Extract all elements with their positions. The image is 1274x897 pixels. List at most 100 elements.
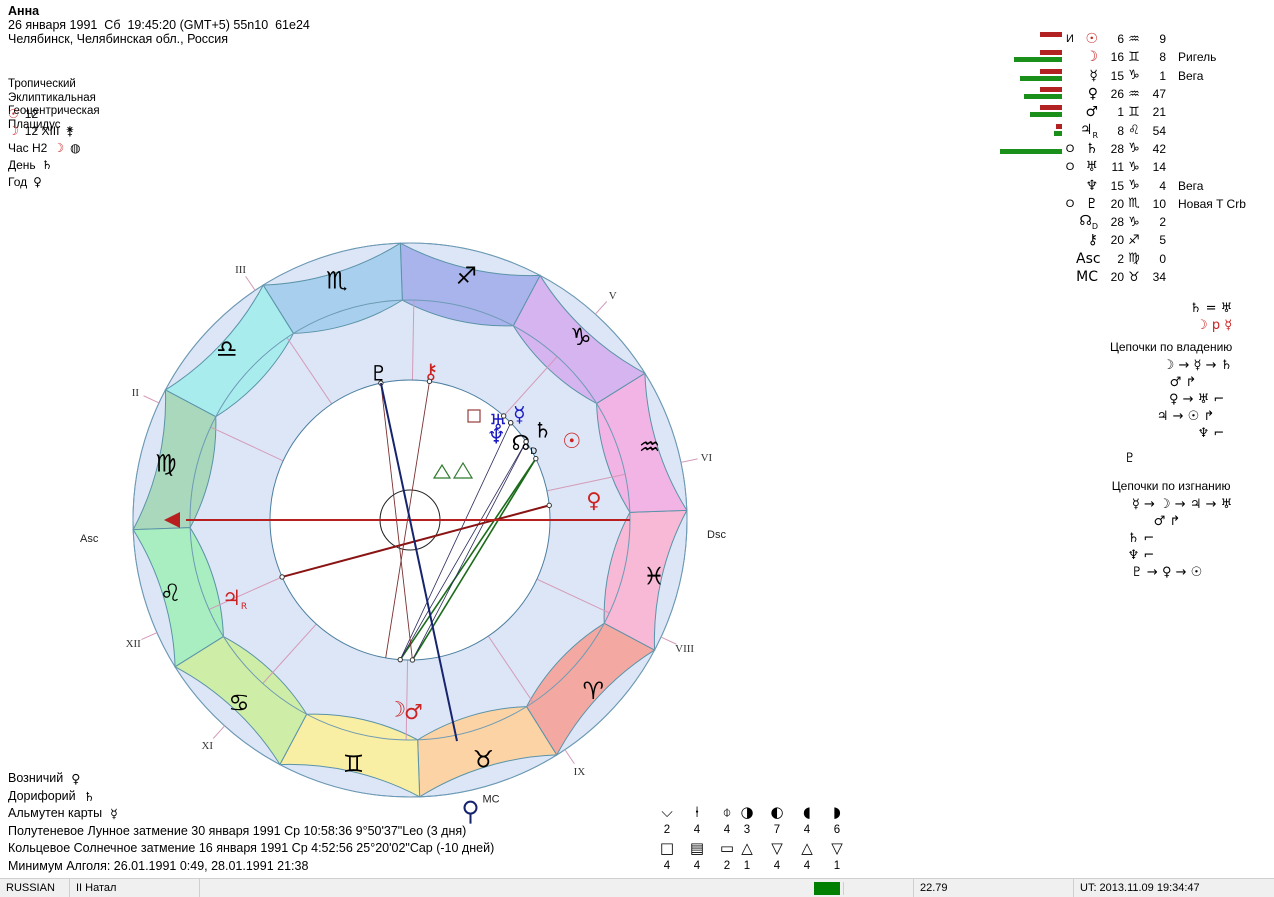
position-minute: 9 bbox=[1159, 32, 1166, 47]
planet-marker-dot bbox=[426, 378, 433, 385]
planet-marker-dot bbox=[409, 657, 416, 663]
position-minute: 21 bbox=[1152, 105, 1166, 120]
setting-coords: Эклиптикальная bbox=[8, 91, 96, 104]
strength-bars-mc bbox=[1000, 269, 1062, 285]
neptune-icon[interactable]: ♆ bbox=[487, 425, 506, 449]
position-degree: 28 bbox=[1110, 141, 1124, 156]
planet-row-moon[interactable]: ☽ 16 ♊ 8 Ригель bbox=[1000, 48, 1246, 66]
position-sign-icon: ♑ bbox=[1128, 68, 1140, 84]
venus-icon[interactable]: ♀ bbox=[586, 489, 601, 513]
status-spacer-2 bbox=[844, 878, 914, 897]
position-degree: 28 bbox=[1110, 215, 1124, 230]
planet-row-mars[interactable]: ♂ 1 ♊ 21 bbox=[1000, 103, 1246, 121]
planet-row-chiron[interactable]: ⚷ 20 ♐ 5 bbox=[1000, 231, 1246, 249]
setting-zodiac: Тропический bbox=[8, 78, 76, 90]
position-degree: 20 bbox=[1110, 270, 1124, 284]
planet-row-node[interactable]: ☊D 28 ♑ 2 bbox=[1000, 213, 1246, 231]
planet-marker-dot bbox=[523, 439, 529, 445]
strength-bars-saturn bbox=[1000, 141, 1062, 157]
house-tick bbox=[143, 395, 160, 404]
saturn-icon[interactable]: ♄ bbox=[533, 419, 552, 443]
position-minute: 1 bbox=[1159, 68, 1166, 83]
planet-row-jupiter[interactable]: ♃R 8 ♌ 54 bbox=[1000, 121, 1246, 140]
exile-row: ☿ → ☽ → ♃ → ♅ bbox=[1131, 497, 1233, 512]
birth-datetime: 26 января 1991 Сб 19:45:20 (GMT+5) 55n10… bbox=[8, 18, 310, 32]
position-minute: 8 bbox=[1159, 50, 1166, 65]
bar-green bbox=[1030, 112, 1062, 118]
house-tick bbox=[660, 636, 677, 645]
asc-icon: Asc bbox=[1076, 250, 1101, 267]
planet-row-asc[interactable]: Asc 2 ♍ 0 bbox=[1000, 250, 1246, 268]
bar-green bbox=[1000, 148, 1062, 154]
virgo-icon: ♍ bbox=[155, 450, 177, 478]
planet-row-mc[interactable]: MC 20 ♉ 34 bbox=[1000, 268, 1246, 286]
birth-place: Челябинск, Челябинская обл., Россия bbox=[8, 32, 229, 46]
position-sign-icon: ♑ bbox=[1128, 159, 1140, 175]
strength-bars-venus bbox=[1000, 86, 1062, 102]
position-minute: 0 bbox=[1159, 251, 1166, 266]
planet-row-pluto[interactable]: O ♇ 20 ♏ 10 Новая T Crb bbox=[1000, 195, 1246, 213]
bar-red bbox=[1040, 87, 1062, 93]
house-label-VIII: VIII bbox=[675, 643, 694, 655]
person-name: Анна bbox=[8, 4, 40, 18]
mars-icon: ♂ bbox=[1085, 104, 1098, 121]
sun-icon[interactable]: ☉ bbox=[562, 429, 581, 453]
position-sign-icon: ♐ bbox=[1128, 232, 1140, 248]
position-sign-icon: ♊ bbox=[1128, 49, 1140, 65]
taurus-icon: ♉ bbox=[472, 746, 494, 774]
planet-row-neptune[interactable]: ♆ 15 ♑ 4 Вега bbox=[1000, 176, 1246, 194]
planet-row-saturn[interactable]: O ♄ 28 ♑ 42 bbox=[1000, 140, 1246, 158]
house-tick bbox=[680, 458, 698, 463]
node-icon: ☊D bbox=[1079, 213, 1098, 232]
exile-row: ♆ ⌐ bbox=[1127, 548, 1155, 563]
sun-icon: ☉ bbox=[1085, 31, 1098, 48]
leo-icon: ♌ bbox=[160, 579, 182, 607]
position-sign-icon: ♊ bbox=[1128, 104, 1140, 120]
rulership-row: ♃ → ☉ ↱ bbox=[1156, 409, 1215, 424]
planet-flag: И bbox=[1066, 33, 1074, 46]
position-minute: 54 bbox=[1152, 123, 1166, 138]
planet-marker-dot bbox=[546, 502, 552, 509]
position-sign-icon: ♏ bbox=[1128, 196, 1140, 212]
bar-green bbox=[1014, 57, 1062, 63]
house-tick bbox=[245, 275, 256, 291]
cancer-icon: ♋ bbox=[228, 689, 250, 717]
planet-marker-dot bbox=[279, 574, 285, 580]
strength-bars-mercury bbox=[1000, 68, 1062, 84]
venus-icon: ♀ bbox=[1087, 86, 1098, 103]
status-bar: RUSSIAN II Натал 22.79 UT: 2013.11.09 19… bbox=[0, 878, 1274, 897]
mars-icon[interactable]: ♂ bbox=[404, 700, 423, 724]
position-degree: 2 bbox=[1117, 251, 1124, 266]
position-minute: 34 bbox=[1152, 270, 1166, 284]
mercury-icon[interactable]: ☿ bbox=[513, 402, 526, 426]
triangle-down2-icon: ▽ 1 bbox=[831, 839, 843, 872]
planet-row-sun[interactable]: И ☉ 6 ♒ 9 bbox=[1000, 30, 1246, 48]
position-degree: 11 bbox=[1111, 160, 1124, 175]
mercury-icon: ☿ bbox=[1089, 67, 1098, 84]
dsc-label: Dsc bbox=[707, 529, 726, 541]
strength-bars-asc bbox=[1000, 251, 1062, 267]
status-tab[interactable]: II Натал bbox=[70, 878, 200, 897]
position-degree: 6 bbox=[1117, 32, 1124, 47]
cycle-label-hour: Час H2 bbox=[8, 141, 48, 155]
strength-bars-pluto bbox=[1000, 196, 1062, 212]
planet-row-uranus[interactable]: O ♅ 11 ♑ 14 bbox=[1000, 158, 1246, 176]
moon-icon: ☽ bbox=[1085, 49, 1098, 66]
position-degree: 20 bbox=[1110, 196, 1124, 211]
bar-red bbox=[1040, 105, 1062, 111]
astrology-chart-wheel[interactable]: ☽♂♃R♀☉♄☊D☿♅♆♇ ⚷ IIIIIVVIVIIIIXXIXII ♉♈♓♒♑… bbox=[0, 160, 820, 860]
position-sign-icon: ♒ bbox=[1128, 86, 1140, 102]
uranus-icon: ♅ bbox=[1085, 159, 1098, 176]
position-sign-icon: ♑ bbox=[1128, 141, 1140, 157]
bar-green bbox=[1054, 130, 1062, 136]
planet-row-mercury[interactable]: ☿ 15 ♑ 1 Вега bbox=[1000, 67, 1246, 85]
position-minute: 5 bbox=[1159, 233, 1166, 248]
status-indicator bbox=[810, 881, 844, 895]
planet-row-venus[interactable]: ♀ 26 ♒ 47 bbox=[1000, 85, 1246, 103]
cycle-row-moon: ☽ 12 XIII ⚵ bbox=[8, 123, 81, 140]
exile-row: ♂ ↱ bbox=[1153, 514, 1181, 529]
lot-icon: ◍ bbox=[70, 141, 81, 155]
retrograde-marker: R bbox=[241, 602, 247, 612]
chiron-icon: ⚷ bbox=[1087, 232, 1098, 249]
dispositor-note-1: ♄ = ♅ bbox=[1189, 301, 1233, 316]
